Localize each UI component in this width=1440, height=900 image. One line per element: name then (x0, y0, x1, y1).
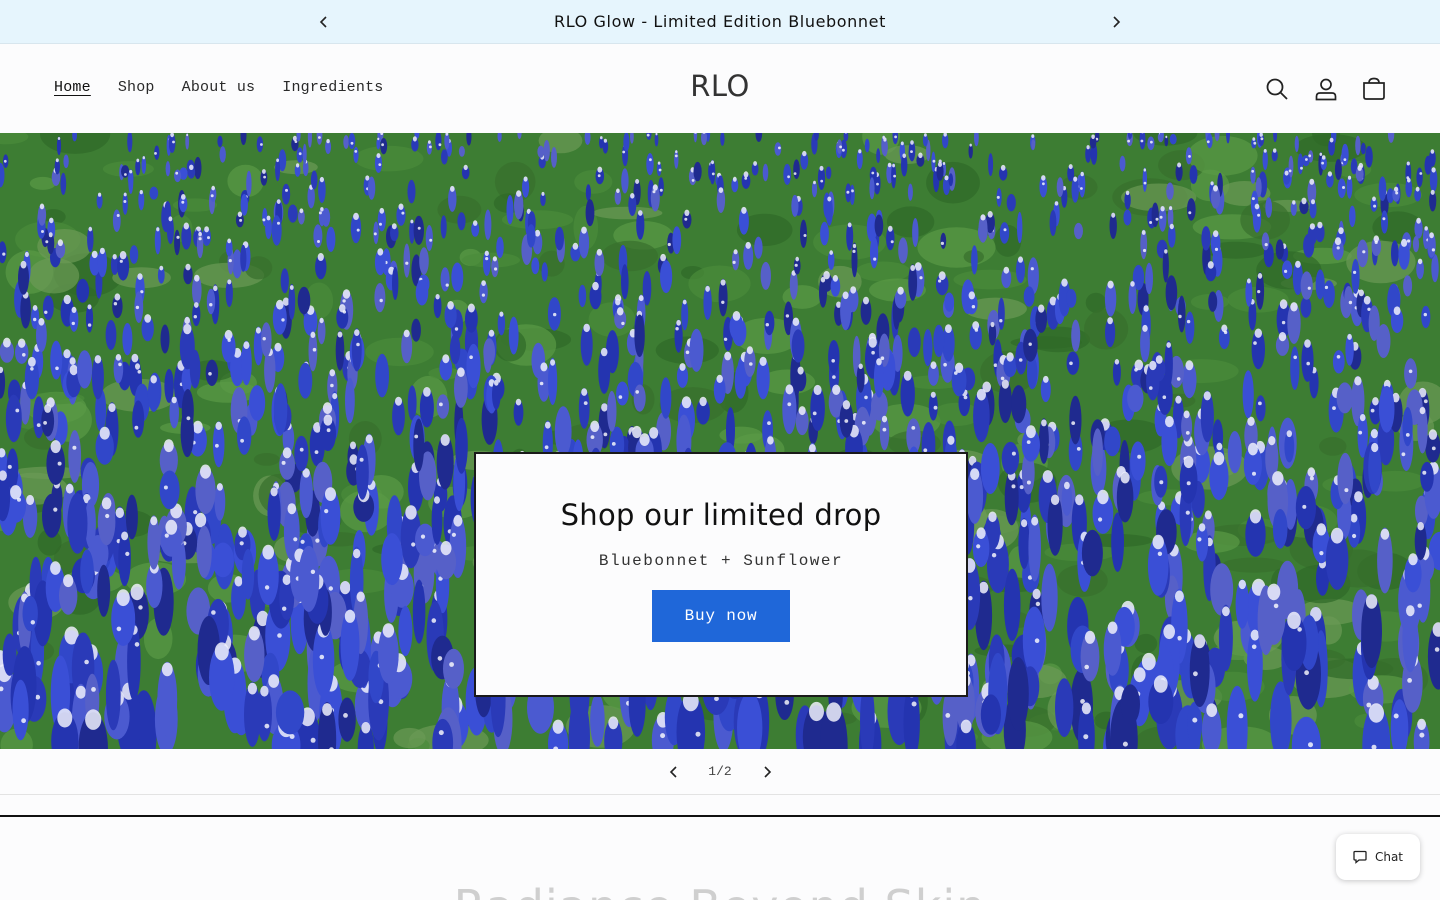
account-button[interactable] (1311, 74, 1341, 104)
chat-label: Chat (1374, 850, 1404, 864)
section-heading: Radiance Beyond Skin (0, 880, 1440, 900)
slide-next-button[interactable] (755, 760, 779, 784)
site-logo[interactable]: RLO (0, 69, 1440, 103)
section-divider (0, 815, 1440, 817)
announcement-text[interactable]: RLO Glow - Limited Edition Bluebonnet (0, 12, 1440, 31)
hero-subtitle: Bluebonnet + Sunflower (598, 552, 844, 570)
search-icon (1266, 78, 1288, 100)
account-icon (1315, 78, 1337, 101)
cart-icon (1363, 77, 1385, 100)
announcement-next-button[interactable] (1104, 10, 1128, 34)
chevron-right-icon (1113, 16, 1121, 28)
chevron-right-icon (764, 766, 772, 778)
cart-button[interactable] (1359, 74, 1389, 104)
hero-banner: Shop our limited drop Bluebonnet + Sunfl… (0, 133, 1440, 749)
announcement-bar: RLO Glow - Limited Edition Bluebonnet (0, 0, 1440, 44)
slide-counter: 1/2 (708, 764, 732, 779)
hero-card: Shop our limited drop Bluebonnet + Sunfl… (474, 452, 968, 697)
buy-now-button[interactable]: Buy now (652, 590, 790, 642)
search-button[interactable] (1262, 74, 1292, 104)
chat-bubble-icon (1353, 850, 1367, 864)
site-header: Home Shop About us Ingredients RLO (0, 45, 1440, 133)
slideshow-controls: 1/2 (0, 749, 1440, 795)
hero-title: Shop our limited drop (560, 498, 882, 532)
chat-button[interactable]: Chat (1336, 834, 1420, 880)
